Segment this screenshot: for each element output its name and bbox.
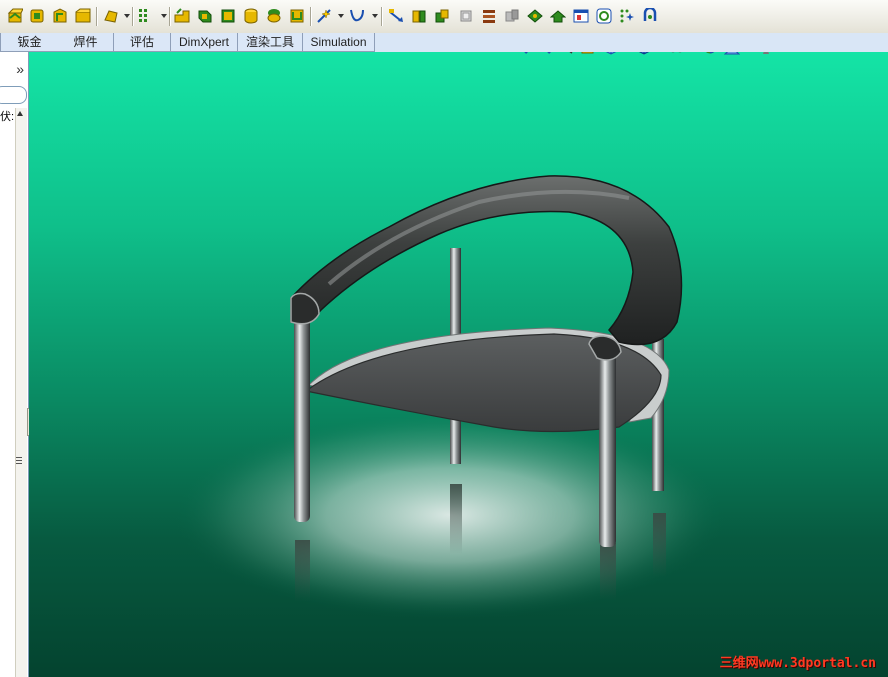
feature-tree-label: 伏: bbox=[0, 111, 15, 123]
display-style-icon[interactable] bbox=[636, 52, 652, 55]
swept-boss-icon[interactable] bbox=[52, 8, 68, 24]
sparkle-tools-icon[interactable] bbox=[619, 8, 635, 24]
previous-view-icon[interactable] bbox=[558, 52, 574, 55]
command-manager-tabs: 钣金 焊件 评估 DimXpert 渲染工具 Simulation bbox=[0, 33, 888, 52]
watermark-url: www.3dportal.cn bbox=[758, 656, 876, 671]
move-component-icon[interactable] bbox=[481, 8, 497, 24]
grip-handle-icon[interactable] bbox=[16, 457, 22, 466]
reference-geometry-icon[interactable] bbox=[316, 8, 332, 24]
assembly-icon[interactable] bbox=[527, 8, 543, 24]
watermark-cjk: 三维网 bbox=[719, 656, 759, 671]
options-icon[interactable] bbox=[596, 8, 612, 24]
chair-model-scene bbox=[175, 175, 725, 619]
toolbar-separator bbox=[132, 7, 134, 26]
front-left-leg bbox=[294, 314, 310, 522]
revolved-boss-icon[interactable] bbox=[29, 8, 45, 24]
shell-icon[interactable] bbox=[266, 8, 282, 24]
toolbar-separator bbox=[381, 7, 383, 26]
explode-view-icon[interactable] bbox=[549, 8, 567, 24]
filter-input[interactable] bbox=[0, 86, 27, 104]
fillet-icon[interactable] bbox=[220, 8, 236, 24]
tab-weldments[interactable]: 焊件 bbox=[58, 33, 114, 52]
help-icon[interactable] bbox=[642, 6, 658, 24]
toolbar-separator bbox=[96, 7, 98, 26]
view-settings-icon[interactable] bbox=[758, 52, 774, 55]
scroll-up-icon[interactable] bbox=[17, 111, 23, 116]
toolbar-separator bbox=[169, 7, 171, 26]
section-view-icon[interactable] bbox=[580, 52, 596, 55]
tab-sheet-metal[interactable]: 钣金 bbox=[0, 33, 59, 52]
tab-simulation[interactable]: Simulation bbox=[303, 33, 375, 52]
wrap-icon[interactable] bbox=[289, 8, 305, 24]
graphics-viewport[interactable]: 三维网www.3dportal.cn bbox=[29, 52, 888, 677]
curves-icon[interactable] bbox=[349, 8, 365, 24]
linear-pattern-icon[interactable] bbox=[138, 8, 154, 24]
chevron-down-icon[interactable] bbox=[372, 14, 378, 18]
drawing-icon[interactable] bbox=[573, 8, 589, 24]
boundary-boss-icon[interactable] bbox=[103, 8, 119, 24]
chevron-down-icon[interactable] bbox=[161, 14, 167, 18]
instant3d-icon[interactable] bbox=[388, 8, 404, 24]
expand-panel-button[interactable]: » bbox=[0, 58, 27, 81]
zoom-to-area-icon[interactable] bbox=[536, 52, 552, 55]
mate-icon[interactable] bbox=[458, 8, 474, 24]
zoom-to-fit-icon[interactable] bbox=[513, 52, 529, 55]
toolbar-separator bbox=[310, 7, 312, 26]
site-watermark: 三维网www.3dportal.cn bbox=[720, 652, 876, 671]
apply-scene-icon[interactable] bbox=[723, 52, 741, 55]
rib-icon[interactable] bbox=[243, 8, 259, 24]
chevron-down-icon[interactable] bbox=[338, 14, 344, 18]
sketch-icon[interactable] bbox=[411, 8, 427, 24]
lofted-boss-icon[interactable] bbox=[75, 8, 91, 24]
hide-show-items-icon[interactable] bbox=[668, 52, 684, 55]
revolved-cut-icon[interactable] bbox=[197, 8, 213, 24]
hide-components-icon[interactable] bbox=[504, 8, 520, 24]
panel-scrollbar[interactable] bbox=[15, 108, 27, 677]
extruded-boss-icon[interactable] bbox=[7, 8, 24, 24]
features-toolbar bbox=[0, 0, 888, 34]
front-right-leg bbox=[599, 347, 616, 547]
smart-dimension-icon[interactable] bbox=[434, 8, 450, 24]
tab-render-tools[interactable]: 渲染工具 bbox=[238, 33, 303, 52]
extruded-cut-icon[interactable] bbox=[174, 8, 190, 24]
chevron-down-icon[interactable] bbox=[124, 14, 130, 18]
view-orientation-icon[interactable] bbox=[603, 52, 619, 55]
tab-dimxpert[interactable]: DimXpert bbox=[171, 33, 238, 52]
edit-appearance-icon[interactable] bbox=[702, 52, 718, 55]
tab-evaluate[interactable]: 评估 bbox=[114, 33, 171, 52]
